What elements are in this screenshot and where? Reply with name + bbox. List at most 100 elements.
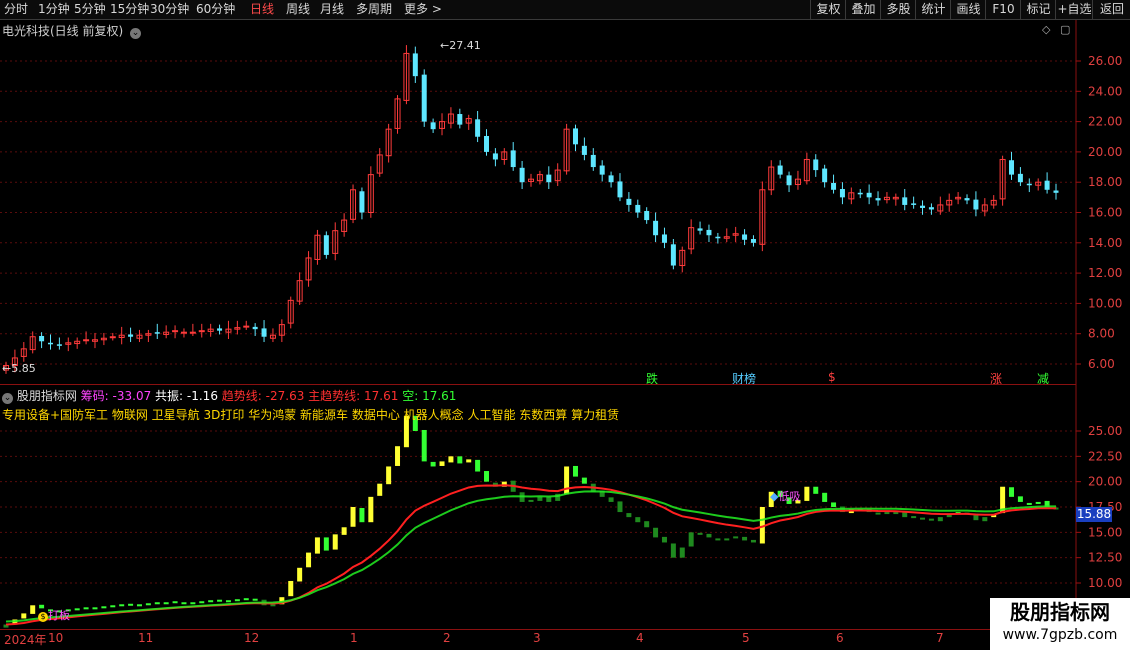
coin-icon: $ (38, 612, 48, 622)
candle-body (189, 331, 196, 334)
indicator-bar (670, 543, 676, 558)
candle-body (777, 165, 783, 175)
x-axis-label: 2024年 (4, 633, 47, 647)
y-tick-label: 16.00 (1088, 206, 1122, 220)
indicator-bar (750, 539, 756, 543)
indicator-bar (172, 601, 178, 604)
indicator-bar (715, 538, 721, 541)
y-tick-label: 22.00 (1088, 115, 1122, 129)
indicator-bar (323, 537, 329, 551)
indicator-bar (635, 517, 641, 523)
candle-body (128, 334, 134, 337)
candle-body (546, 174, 552, 183)
indicator-bar (430, 461, 436, 467)
indicator-bar (1035, 501, 1041, 504)
resonance-value: 共振: -1.16 (155, 389, 218, 403)
kline-chart[interactable]: 26.0024.0022.0020.0018.0016.0014.0012.00… (0, 0, 1130, 650)
indicator-bar (225, 600, 231, 603)
candle-body (911, 203, 917, 205)
candle-body (421, 74, 427, 122)
candle-body (581, 145, 587, 155)
indicator-bar (448, 456, 454, 463)
indicator-bar (546, 496, 552, 502)
candle-body (742, 234, 748, 240)
candle-body (875, 198, 881, 201)
indicator-toggle-icon[interactable]: ⌄ (2, 393, 13, 404)
indicator-bar (154, 602, 160, 605)
indicator-bar (395, 446, 401, 466)
chip-value: 筹码: -33.07 (80, 389, 152, 403)
indicator-bar (199, 601, 205, 604)
candle-body (1026, 183, 1032, 186)
indicator-bar (893, 512, 899, 515)
watermark: 股朋指标网 www.7gpzb.com (990, 598, 1130, 650)
panel-separator (0, 384, 1076, 385)
candle-body (261, 328, 267, 337)
candle-body (323, 235, 329, 255)
indicator-bar (217, 599, 223, 602)
x-axis-label: 11 (138, 631, 154, 645)
y-tick-label: 24.00 (1088, 84, 1122, 98)
indicator-header: ⌄ 股朋指标网 筹码: -33.07 共振: -1.16 趋势线: -27.63… (2, 387, 456, 404)
candle-body (243, 325, 250, 328)
ind-y-tick-label: 20.00 (1088, 475, 1122, 489)
indicator-bar (679, 547, 685, 558)
y-tick-label: 20.00 (1088, 145, 1122, 159)
indicator-bar (484, 471, 490, 482)
candle-body (697, 228, 703, 231)
x-axis-label: 3 (533, 631, 541, 645)
indicator-bar (252, 598, 258, 601)
candle-body (617, 181, 623, 198)
indicator-bar (884, 512, 890, 515)
indicator-name[interactable]: 股朋指标网 (17, 389, 77, 403)
indicator-bar (875, 512, 881, 515)
indicator-bar (332, 534, 338, 550)
indicator-bar (697, 532, 703, 535)
indicator-bar (145, 603, 151, 606)
candle-body (198, 330, 205, 333)
indicator-bar (626, 513, 632, 518)
candle-body (180, 331, 187, 334)
candle-body (920, 205, 926, 208)
candle-body (653, 220, 659, 236)
candle-body (572, 128, 578, 145)
xaxis-line (0, 629, 1076, 630)
indicator-bar (572, 465, 578, 477)
current-value-tag: 15.88 (1076, 507, 1112, 522)
indicator-bar (386, 466, 392, 485)
indicator-bar (21, 613, 27, 619)
indicator-bar (581, 477, 587, 484)
indicator-bar (528, 499, 534, 502)
indicator-bar (368, 496, 374, 523)
candle-body (56, 344, 62, 346)
x-axis-label: 4 (636, 631, 644, 645)
event-marker-2[interactable]: $ (828, 370, 836, 384)
candle-body (430, 122, 436, 130)
y-tick-label: 26.00 (1088, 54, 1122, 68)
x-axis-label: 6 (836, 631, 844, 645)
y-tick-label: 18.00 (1088, 175, 1122, 189)
short-value: 空: 17.61 (402, 389, 457, 403)
candle-body (1017, 173, 1023, 183)
candle-body (973, 199, 979, 210)
candle-body (492, 153, 498, 160)
candle-body (109, 336, 116, 339)
indicator-bar (706, 533, 712, 538)
indicator-bar (30, 605, 36, 614)
indicator-bar (110, 605, 116, 608)
main-trend-value: 主趋势线: 17.61 (308, 389, 399, 403)
indicator-bar (92, 607, 98, 610)
concept-tags: 专用设备+国防军工 物联网 卫星导航 3D打印 华为鸿蒙 新能源车 数据中心 机… (2, 408, 620, 422)
indicator-bar (608, 497, 614, 502)
indicator-bar (822, 492, 828, 502)
indicator-bar (937, 517, 943, 522)
candle-body (83, 339, 90, 342)
indicator-bar (190, 602, 196, 605)
candle-body (359, 191, 365, 213)
candle-body (484, 135, 490, 152)
indicator-bar (128, 603, 134, 606)
indicator-bar (74, 608, 80, 611)
indicator-bar (288, 580, 294, 597)
indicator-bar (119, 604, 125, 607)
indicator-bar (982, 517, 988, 522)
